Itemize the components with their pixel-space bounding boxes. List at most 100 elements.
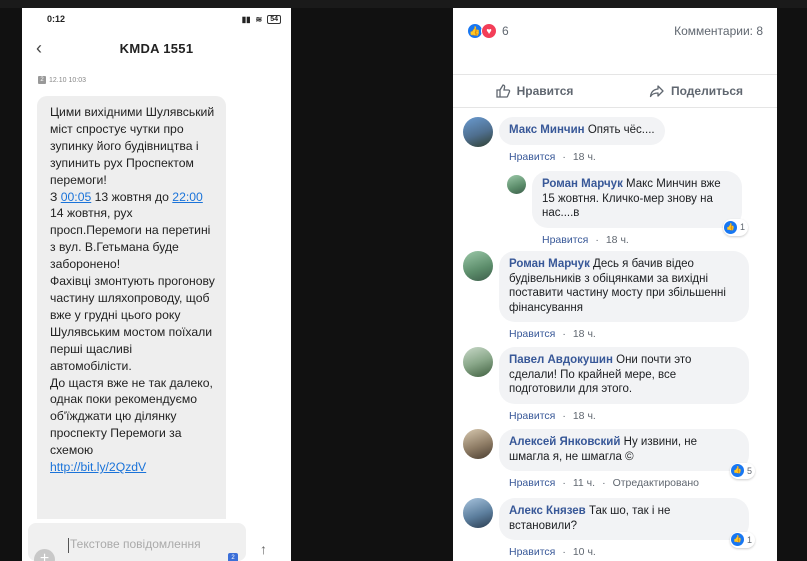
reactions-summary: 👍 ♥ 6 Комментарии: 8 bbox=[453, 8, 777, 41]
back-arrow-icon[interactable]: ‹ bbox=[36, 38, 42, 59]
comment-time[interactable]: 18 ч. bbox=[573, 328, 596, 340]
plus-icon[interactable]: + bbox=[34, 549, 55, 561]
comment-meta: Нравится · 10 ч. bbox=[509, 546, 749, 558]
comment-meta: Нравится · 18 ч. bbox=[509, 151, 665, 163]
dot-separator: · bbox=[562, 477, 566, 489]
comment-edited[interactable]: Отредактировано bbox=[613, 477, 699, 489]
avatar[interactable] bbox=[463, 498, 493, 528]
avatar[interactable] bbox=[463, 251, 493, 281]
share-label: Поделиться bbox=[670, 84, 744, 98]
comment-like-link[interactable]: Нравится bbox=[509, 410, 555, 422]
time-link[interactable]: 00:05 bbox=[61, 190, 92, 204]
wifi-icon: ≋ bbox=[255, 14, 263, 24]
comment-body: Роман Марчук Десь я бачив відео будівель… bbox=[499, 251, 749, 340]
dot-separator: · bbox=[562, 409, 566, 422]
comment-bubble: Роман Марчук Макс Минчин вже 15 жовтня. … bbox=[532, 171, 748, 236]
comment-time[interactable]: 18 ч. bbox=[606, 234, 629, 246]
comment: Алексей Янковский Ну извини, не шмагла я… bbox=[463, 429, 755, 489]
comment-meta: Нравится · 18 ч. bbox=[509, 328, 749, 340]
message-timestamp: 12.10 10:03 bbox=[49, 76, 86, 84]
reaction-icons[interactable]: 👍 ♥ bbox=[467, 22, 497, 39]
comment-author[interactable]: Макс Минчин bbox=[509, 124, 585, 136]
comment-body: Алексей Янковский Ну извини, не шмагла я… bbox=[499, 429, 755, 489]
comment-meta: Нравится · 18 ч. bbox=[542, 234, 742, 246]
message-text: 14 жовтня, рух просп.Перемоги на перетин… bbox=[50, 206, 211, 272]
comment-like-link[interactable]: Нравится bbox=[509, 151, 555, 163]
dot-separator: · bbox=[602, 477, 606, 489]
sim-badge[interactable]: 2 bbox=[228, 553, 238, 561]
dot-separator: · bbox=[562, 150, 566, 163]
message-text: З bbox=[50, 189, 61, 204]
message-bubble[interactable]: Цими вихідними Шулявський міст спростує … bbox=[37, 96, 226, 536]
comment-bubble: Павел Авдокушин Они почти это сделали! П… bbox=[499, 347, 749, 404]
comment-body: Павел Авдокушин Они почти это сделали! П… bbox=[499, 347, 749, 422]
comment-reactions[interactable]: 👍 1 bbox=[722, 219, 748, 236]
text-caret bbox=[68, 538, 69, 553]
sim-icon: 2 bbox=[38, 76, 46, 84]
reactions-count[interactable]: 6 bbox=[502, 24, 674, 38]
comments-count[interactable]: Комментарии: 8 bbox=[674, 24, 763, 38]
like-reaction-icon: 👍 bbox=[723, 220, 737, 234]
comment-body: Роман Марчук Макс Минчин вже 15 жовтня. … bbox=[532, 171, 748, 246]
comment-author[interactable]: Роман Марчук bbox=[509, 258, 590, 270]
comment-bubble: Макс Минчин Опять чёс.... bbox=[499, 117, 665, 145]
avatar[interactable] bbox=[507, 175, 526, 194]
message-meta: 2 12.10 10:03 bbox=[38, 76, 291, 84]
comment-author[interactable]: Роман Марчук bbox=[542, 178, 623, 190]
message-text: 13 жовтня до bbox=[91, 189, 173, 204]
comment-like-link[interactable]: Нравится bbox=[542, 234, 588, 246]
conversation-header: ‹ KMDA 1551 bbox=[22, 30, 291, 66]
avatar[interactable] bbox=[463, 117, 493, 147]
comment-author[interactable]: Павел Авдокушин bbox=[509, 354, 613, 366]
dot-separator: · bbox=[562, 328, 566, 340]
comment-text: Опять чёс.... bbox=[587, 124, 655, 136]
message-paragraph: Цими вихідними Шулявський міст спростує … bbox=[50, 105, 215, 187]
like-label: Нравится bbox=[516, 84, 574, 98]
dot-separator: · bbox=[595, 233, 599, 246]
background-bar bbox=[0, 0, 807, 8]
comment-author[interactable]: Алексей Янковский bbox=[509, 436, 620, 448]
comment-reactions[interactable]: 👍 5 bbox=[729, 462, 755, 479]
message-paragraph: До щастя вже не так далеко, однак поки р… bbox=[50, 375, 213, 458]
comment-author[interactable]: Алекс Князев bbox=[509, 505, 586, 517]
post-actions: Нравится Поделиться bbox=[453, 74, 777, 108]
comment-like-link[interactable]: Нравится bbox=[509, 477, 555, 489]
comment-reactions[interactable]: 👍 1 bbox=[729, 531, 755, 548]
facebook-post-panel: 👍 ♥ 6 Комментарии: 8 Нравится Поделиться… bbox=[453, 8, 777, 561]
avatar[interactable] bbox=[463, 347, 493, 377]
comment-time[interactable]: 18 ч. bbox=[573, 410, 596, 422]
comment-body: Алекс Князев Так шо, так і не встановили… bbox=[499, 498, 755, 558]
comment: Макс Минчин Опять чёс.... Нравится · 18 … bbox=[463, 117, 665, 163]
comment-time[interactable]: 18 ч. bbox=[573, 151, 596, 163]
compose-input[interactable]: + Текстове повідомлення 2 bbox=[28, 523, 246, 561]
like-button[interactable]: Нравится bbox=[453, 75, 615, 107]
conversation-title: KMDA 1551 bbox=[119, 40, 194, 56]
dot-separator: · bbox=[562, 546, 566, 558]
like-reaction-icon: 👍 bbox=[730, 533, 744, 547]
love-reaction-icon: ♥ bbox=[481, 22, 497, 39]
comment-bubble: Алекс Князев Так шо, так і не встановили… bbox=[499, 498, 755, 548]
comment-like-link[interactable]: Нравится bbox=[509, 546, 555, 558]
comment-reply: Роман Марчук Макс Минчин вже 15 жовтня. … bbox=[507, 171, 748, 246]
battery-icon: 54 bbox=[267, 14, 281, 24]
message-paragraph: Фахівці змонтують прогонову частину шлях… bbox=[50, 274, 215, 373]
comment-reaction-count: 5 bbox=[746, 465, 752, 476]
share-icon bbox=[649, 85, 664, 98]
status-time: 0:12 bbox=[47, 14, 66, 24]
comment-time[interactable]: 10 ч. bbox=[573, 546, 596, 558]
comment-reaction-count: 1 bbox=[746, 534, 752, 545]
thumbs-up-icon bbox=[495, 84, 510, 98]
message-link[interactable]: http://bit.ly/2QzdV bbox=[50, 459, 216, 476]
time-link[interactable]: 22:00 bbox=[172, 190, 203, 204]
comment-like-link[interactable]: Нравится bbox=[509, 328, 555, 340]
share-button[interactable]: Поделиться bbox=[615, 75, 777, 107]
status-icons: ▮▮ ≋ 54 bbox=[242, 14, 281, 24]
comment-bubble: Роман Марчук Десь я бачив відео будівель… bbox=[499, 251, 749, 322]
comment-time[interactable]: 11 ч. bbox=[573, 477, 595, 489]
send-arrow-icon[interactable]: ↑ bbox=[260, 541, 267, 557]
comment-meta: Нравится · 18 ч. bbox=[509, 410, 749, 422]
url-link[interactable]: http://bit.ly/2QzdV bbox=[50, 460, 146, 474]
sms-screen: 0:12 ▮▮ ≋ 54 ‹ KMDA 1551 2 12.10 10:03 Ц… bbox=[22, 8, 291, 561]
avatar[interactable] bbox=[463, 429, 493, 459]
comment: Роман Марчук Десь я бачив відео будівель… bbox=[463, 251, 749, 340]
